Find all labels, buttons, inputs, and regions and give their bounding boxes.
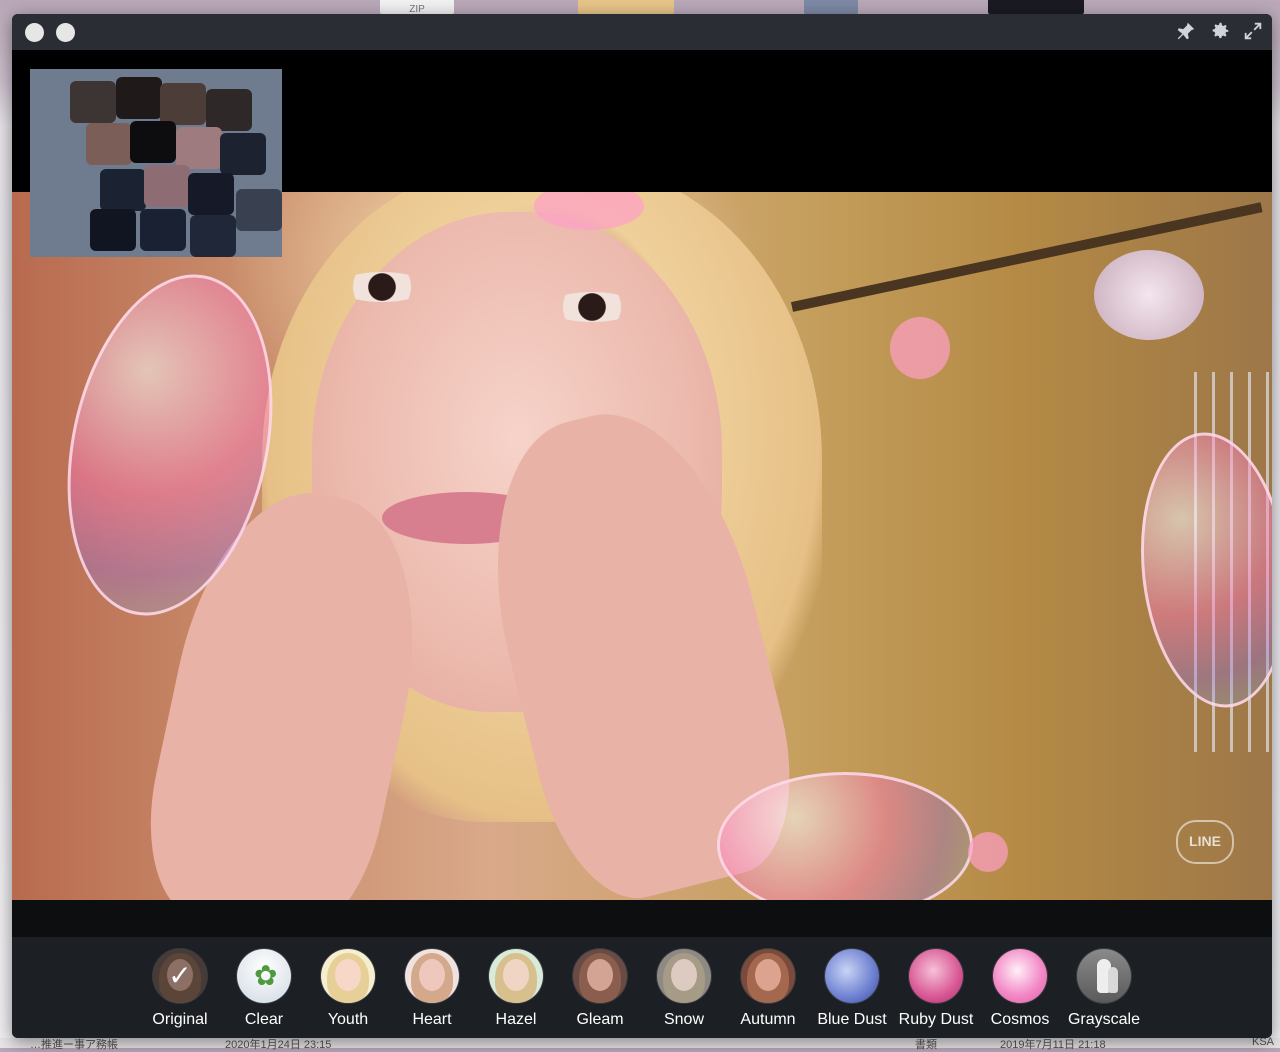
desktop-footer-text: 書類 bbox=[915, 1039, 937, 1051]
filter-thumbnail bbox=[489, 949, 543, 1003]
mosaic-tile bbox=[144, 165, 190, 207]
desktop-thumbnail bbox=[988, 0, 1084, 14]
thumbnail-face bbox=[335, 959, 361, 991]
mosaic-tile bbox=[236, 189, 282, 231]
filter-label: Snow bbox=[663, 1011, 705, 1028]
mosaic-tile bbox=[160, 83, 206, 125]
mosaic-tile bbox=[86, 123, 132, 165]
filter-thumbnail bbox=[321, 949, 375, 1003]
mosaic-tile bbox=[100, 169, 146, 211]
filter-label: Youth bbox=[327, 1011, 369, 1028]
vase-icon bbox=[1108, 967, 1118, 993]
filter-thumbnail bbox=[909, 949, 963, 1003]
desktop-thumbnail: ZIP bbox=[380, 0, 454, 15]
filter-label: Cosmos bbox=[990, 1011, 1050, 1028]
filter-thumbnail bbox=[741, 949, 795, 1003]
filter-cosmos[interactable]: Cosmos bbox=[980, 949, 1060, 1029]
filter-youth[interactable]: Youth bbox=[308, 949, 388, 1029]
filter-thumbnail: ✓ bbox=[153, 949, 207, 1003]
mosaic-tile bbox=[190, 215, 236, 257]
mosaic-tile bbox=[188, 173, 234, 215]
mosaic-tile bbox=[90, 209, 136, 251]
line-watermark: LINE bbox=[1176, 820, 1234, 864]
effect-blob bbox=[968, 832, 1008, 872]
video-call-window: LINE ✓ Original ✿ Clear Youth Heart Haze… bbox=[12, 14, 1272, 1038]
left-eye bbox=[337, 272, 427, 302]
close-window-button[interactable] bbox=[25, 23, 44, 42]
desktop-footer-text: 2020年1月24日 23:15 bbox=[225, 1039, 332, 1051]
filter-label: Clear bbox=[244, 1011, 284, 1028]
thumbnail-face bbox=[671, 959, 697, 991]
filter-label: Original bbox=[152, 1011, 208, 1028]
mosaic-tile bbox=[130, 121, 176, 163]
filter-hazel[interactable]: Hazel bbox=[476, 949, 556, 1029]
filter-thumbnail bbox=[1077, 949, 1131, 1003]
filter-thumbnail bbox=[657, 949, 711, 1003]
filter-snow[interactable]: Snow bbox=[644, 949, 724, 1029]
filter-label: Hazel bbox=[495, 1011, 537, 1028]
desktop-footer: …推進ー事ア務帳 2020年1月24日 23:15 書類 2019年7月11日 … bbox=[0, 1036, 1280, 1051]
filter-label: Heart bbox=[412, 1011, 452, 1028]
effect-bubble bbox=[1127, 425, 1272, 715]
filter-label: Gleam bbox=[576, 1011, 624, 1028]
filter-thumbnail bbox=[405, 949, 459, 1003]
filter-thumbnail bbox=[573, 949, 627, 1003]
filter-label: Autumn bbox=[740, 1011, 796, 1028]
effect-blob bbox=[890, 317, 950, 379]
filter-ruby-dust[interactable]: Ruby Dust bbox=[896, 949, 976, 1029]
mosaic-tile bbox=[206, 89, 252, 131]
right-eye bbox=[547, 292, 637, 322]
filter-original[interactable]: ✓ Original bbox=[140, 949, 220, 1029]
filter-label: Grayscale bbox=[1067, 1011, 1141, 1028]
gear-icon[interactable] bbox=[1208, 20, 1232, 44]
minimize-window-button[interactable] bbox=[56, 23, 75, 42]
filter-grayscale[interactable]: Grayscale bbox=[1064, 949, 1144, 1029]
filter-thumbnail bbox=[825, 949, 879, 1003]
filter-blue-dust[interactable]: Blue Dust bbox=[812, 949, 892, 1029]
desktop-footer-text: 2019年7月11日 21:18 bbox=[1000, 1039, 1106, 1051]
plant-icon: ✿ bbox=[254, 960, 278, 991]
expand-icon[interactable] bbox=[1241, 20, 1265, 44]
mosaic-tile bbox=[220, 133, 266, 175]
remote-video[interactable]: LINE bbox=[12, 192, 1272, 900]
filter-bar: ✓ Original ✿ Clear Youth Heart Hazel Gle… bbox=[12, 937, 1272, 1038]
self-preview[interactable] bbox=[30, 69, 282, 257]
thumbnail-face bbox=[587, 959, 613, 991]
check-icon: ✓ bbox=[153, 949, 207, 1003]
filter-clear[interactable]: ✿ Clear bbox=[224, 949, 304, 1029]
thumbnail-face bbox=[419, 959, 445, 991]
filter-gleam[interactable]: Gleam bbox=[560, 949, 640, 1029]
video-stage: LINE bbox=[12, 50, 1272, 900]
balloon bbox=[1094, 250, 1204, 340]
mosaic-tile bbox=[140, 209, 186, 251]
filter-label: Ruby Dust bbox=[898, 1011, 974, 1028]
filter-autumn[interactable]: Autumn bbox=[728, 949, 808, 1029]
thumbnail-face bbox=[503, 959, 529, 991]
filter-thumbnail: ✿ bbox=[237, 949, 291, 1003]
pin-icon[interactable] bbox=[1174, 20, 1198, 44]
mosaic-tile bbox=[176, 127, 222, 169]
mosaic-tile bbox=[70, 81, 116, 123]
filter-label: Blue Dust bbox=[817, 1011, 887, 1028]
filter-thumbnail bbox=[993, 949, 1047, 1003]
title-bar[interactable] bbox=[12, 14, 1272, 50]
desktop-footer-text: …推進ー事ア務帳 bbox=[30, 1039, 118, 1051]
desktop-thumbnail bbox=[804, 0, 858, 14]
desktop-thumbnail bbox=[578, 0, 674, 14]
mosaic-tile bbox=[116, 77, 162, 119]
thumbnail-face bbox=[755, 959, 781, 991]
filter-heart[interactable]: Heart bbox=[392, 949, 472, 1029]
